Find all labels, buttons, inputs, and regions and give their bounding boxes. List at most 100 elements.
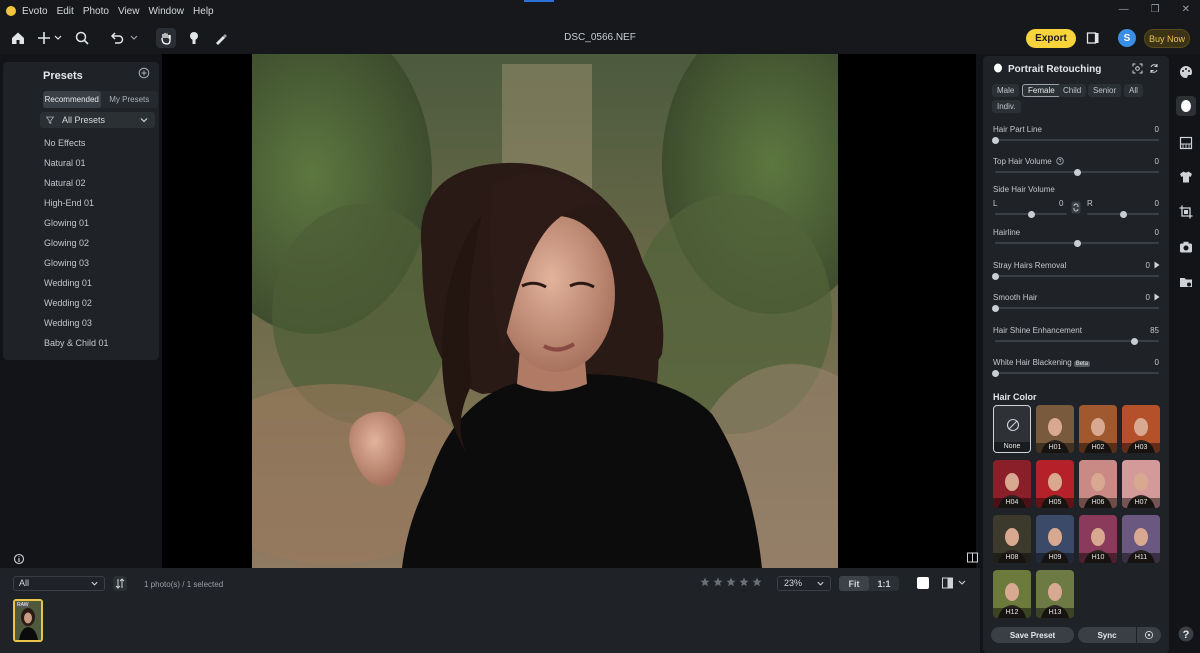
sync-button[interactable]: Sync [1078,627,1136,643]
add-photos-icon[interactable] [36,28,64,48]
chip-child[interactable]: Child [1058,84,1087,97]
help-circle-icon[interactable] [1056,157,1064,165]
white-hair-blackening-slider[interactable] [991,369,1159,377]
add-preset-icon[interactable] [138,67,150,79]
save-preset-button[interactable]: Save Preset [991,627,1074,643]
app-menu[interactable]: Evoto [22,6,48,17]
sync-options-button[interactable] [1137,627,1161,643]
home-icon[interactable] [8,28,28,48]
preset-item[interactable]: Glowing 01 [44,218,109,238]
export-button[interactable]: Export [1026,29,1076,48]
hair-color-swatch[interactable]: H07 [1122,460,1160,508]
hair-color-swatch[interactable]: H11 [1122,515,1160,563]
zoom-dropdown[interactable]: 23% [777,576,831,591]
compare-icon[interactable] [1083,28,1103,48]
preset-item[interactable]: Glowing 03 [44,258,109,278]
slider-knob[interactable] [1073,168,1081,176]
hair-color-swatch[interactable]: H02 [1079,405,1117,453]
minimize-icon[interactable]: — [1119,4,1129,15]
preset-item[interactable]: Wedding 01 [44,278,109,298]
preset-item[interactable]: Wedding 03 [44,318,109,338]
preset-item[interactable]: Natural 02 [44,178,109,198]
reset-icon[interactable] [1149,63,1159,74]
smooth-hair-slider[interactable] [991,304,1159,312]
chip-female[interactable]: Female [1022,84,1061,97]
hair-part-line-slider[interactable] [991,136,1159,144]
background-color-icon[interactable] [917,577,929,589]
hair-color-swatch[interactable]: H04 [993,460,1031,508]
slider-knob[interactable] [1073,239,1081,247]
hair-color-swatch[interactable]: H08 [993,515,1031,563]
hairline-slider[interactable] [995,239,1159,247]
fit-button[interactable]: Fit [839,576,869,591]
tab-recommended[interactable]: Recommended [43,91,101,108]
star-icon[interactable] [713,577,723,587]
menu-edit[interactable]: Edit [57,6,74,17]
stamp-tool-icon[interactable] [184,28,204,48]
buy-now-button[interactable]: Buy Now [1144,29,1190,48]
star-icon[interactable] [726,577,736,587]
chip-male[interactable]: Male [992,84,1020,97]
sort-button[interactable] [113,576,127,591]
slider-knob[interactable] [991,369,999,377]
split-view-icon[interactable] [967,552,978,566]
search-icon[interactable] [72,28,92,48]
maximize-icon[interactable]: ❐ [1151,4,1160,15]
star-icon[interactable] [700,577,710,587]
slider-knob[interactable] [991,304,999,312]
hair-color-swatch[interactable]: H09 [1036,515,1074,563]
slider-knob[interactable] [991,272,999,280]
hair-color-swatch[interactable]: H05 [1036,460,1074,508]
portrait-retouch-tab-icon[interactable] [1176,96,1196,116]
one-to-one-button[interactable]: 1:1 [869,576,899,591]
color-palette-icon[interactable] [1176,62,1196,82]
top-hair-volume-slider[interactable] [995,168,1159,176]
chip-senior[interactable]: Senior [1088,84,1122,97]
hair-color-none[interactable]: None [993,405,1031,453]
crop-tab-icon[interactable] [1176,202,1196,222]
slider-knob[interactable] [1027,210,1035,218]
hair-color-swatch[interactable]: H13 [1036,570,1074,618]
slider-knob[interactable] [991,136,999,144]
chip-all[interactable]: All [1124,84,1143,97]
hair-color-swatch[interactable]: H03 [1122,405,1160,453]
close-icon[interactable]: ✕ [1182,4,1190,15]
star-icon[interactable] [739,577,749,587]
undo-icon[interactable] [108,28,140,48]
folder-tab-icon[interactable] [1176,272,1196,292]
portrait-photo[interactable] [252,54,838,568]
hand-tool-icon[interactable] [156,28,176,48]
preset-item[interactable]: Wedding 02 [44,298,109,318]
presets-filter-dropdown[interactable]: All Presets [40,112,155,128]
preset-item[interactable]: No Effects [44,138,109,158]
menu-window[interactable]: Window [148,6,184,17]
background-tab-icon[interactable] [1176,133,1196,153]
help-icon[interactable]: ? [1176,624,1196,644]
menu-help[interactable]: Help [193,6,214,17]
hair-color-swatch[interactable]: H10 [1079,515,1117,563]
link-icon[interactable] [1071,201,1081,214]
stray-hairs-removal-slider[interactable] [991,272,1159,280]
hair-shine-enhancement-slider[interactable] [995,337,1159,345]
filmstrip-thumbnail[interactable]: RAW [13,599,43,642]
slider-knob[interactable] [1130,337,1138,345]
side-hair-right-slider[interactable] [1087,210,1159,218]
view-layout-icon[interactable] [942,577,966,592]
filmstrip-filter-dropdown[interactable]: All [13,576,105,591]
preset-item[interactable]: Glowing 02 [44,238,109,258]
chip-individual[interactable]: Indiv. [992,100,1021,113]
star-rating[interactable] [700,577,762,587]
preset-item[interactable]: Baby & Child 01 [44,338,109,358]
hair-color-swatch[interactable]: H06 [1079,460,1117,508]
brush-tool-icon[interactable] [211,28,231,48]
hair-color-swatch[interactable]: H12 [993,570,1031,618]
menu-view[interactable]: View [118,6,140,17]
clothing-tab-icon[interactable] [1176,167,1196,187]
info-icon[interactable] [9,549,29,569]
face-select-icon[interactable] [1132,63,1143,74]
expand-arrow-icon[interactable] [1154,261,1160,269]
slider-knob[interactable] [1119,210,1127,218]
preset-item[interactable]: High-End 01 [44,198,109,218]
preset-item[interactable]: Natural 01 [44,158,109,178]
side-hair-left-slider[interactable] [995,210,1067,218]
